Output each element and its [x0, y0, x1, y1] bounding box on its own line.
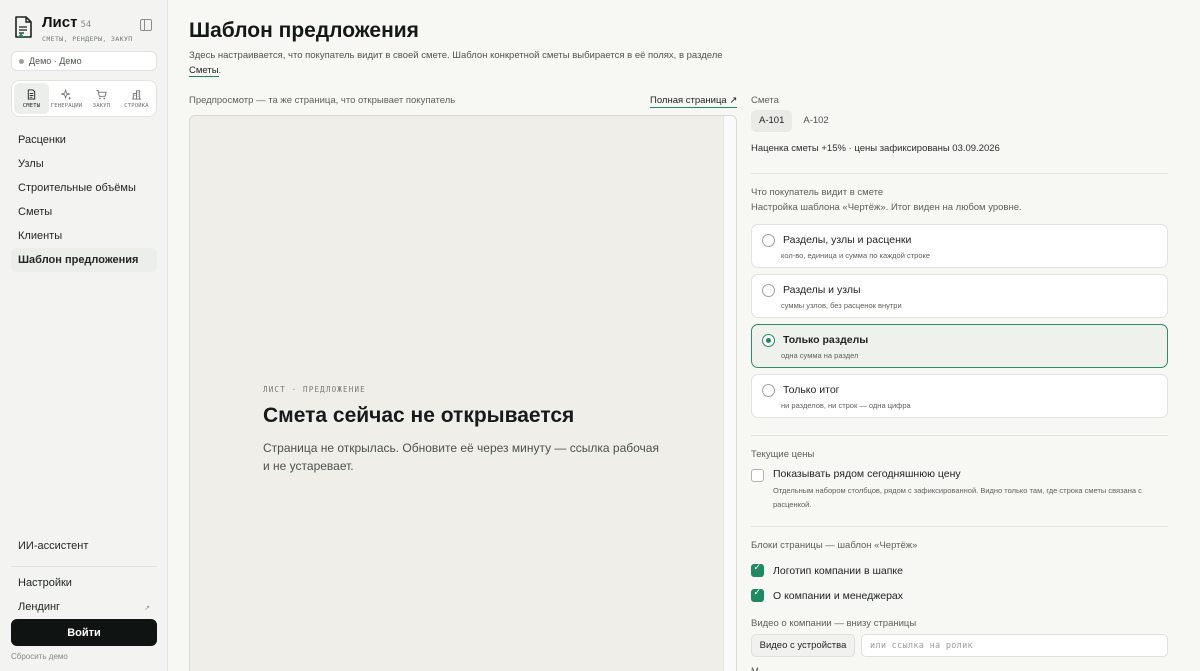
- option-subtitle: кол-во, единица и сумма по каждой строке: [781, 251, 931, 260]
- mode-purchase[interactable]: ЗАКУП: [84, 83, 119, 114]
- next-section-label: М: [751, 666, 761, 671]
- sidebar: Лист 54 СМЕТЫ, РЕНДЕРЫ, ЗАКУП Демо · Демо…: [0, 0, 168, 671]
- visibility-option-sections-only[interactable]: Только разделы одна сумма на раздел: [751, 324, 1168, 368]
- estimate-tab-a101[interactable]: А-101: [751, 110, 793, 132]
- full-page-link[interactable]: Полная страница ↗: [650, 95, 738, 108]
- sidebar-nav: Расценки Узлы Строительные объёмы Сметы …: [11, 128, 157, 272]
- sidebar-collapse-icon[interactable]: [140, 19, 152, 31]
- mode-construction[interactable]: СТРОЙКА: [119, 83, 154, 114]
- video-label: Видео о компании — внизу страницы: [751, 618, 917, 629]
- cart-icon: [96, 89, 107, 99]
- preview-scrollbar[interactable]: [723, 116, 736, 671]
- mode-label: ЗАКУП: [92, 102, 111, 109]
- radio-button[interactable]: [762, 234, 775, 247]
- sidebar-item-settings[interactable]: Настройки: [18, 577, 72, 589]
- mode-label: ГЕНЕРАЦИИ: [50, 102, 83, 109]
- estimate-label: Смета: [751, 95, 779, 106]
- page-description-text: Здесь настраивается, что покупатель види…: [189, 50, 723, 61]
- page-title: Шаблон предложения: [189, 19, 419, 42]
- page-description-end: .: [218, 65, 222, 76]
- workspace-label: Демо · Демо: [29, 56, 82, 66]
- estimate-tabs: А-101 А-102: [751, 110, 840, 132]
- sidebar-item-offer-template[interactable]: Шаблон предложения: [11, 248, 157, 272]
- mode-label: СТРОЙКА: [124, 102, 149, 109]
- option-subtitle: ни разделов, ни строк — одна цифра: [781, 401, 911, 410]
- login-button[interactable]: Войти: [11, 619, 157, 646]
- mode-label: СМЕТЫ: [22, 102, 41, 109]
- option-title: Разделы и узлы: [783, 284, 861, 296]
- workspace-dot-icon: [19, 58, 24, 64]
- external-link-icon: ↗: [144, 605, 150, 612]
- sidebar-item-clients[interactable]: Клиенты: [11, 224, 157, 248]
- sparkle-icon: [61, 89, 72, 100]
- logo-block-checkbox[interactable]: [751, 563, 764, 577]
- sidebar-item-nodes[interactable]: Узлы: [11, 152, 157, 176]
- brand-title: Лист: [42, 14, 78, 31]
- reset-demo-link[interactable]: Сбросить демо: [11, 652, 68, 661]
- current-prices-description: Отдельным набором столбцов, рядом с зафи…: [773, 486, 1142, 509]
- sidebar-item-estimates[interactable]: Сметы: [11, 200, 157, 224]
- radio-button[interactable]: [762, 284, 775, 297]
- option-title: Только разделы: [783, 334, 869, 346]
- estimate-tab-a102[interactable]: А-102: [795, 110, 836, 132]
- sidebar-item-ai-assistant[interactable]: ИИ-ассистент: [18, 540, 88, 552]
- mode-estimates[interactable]: СМЕТЫ: [14, 83, 49, 114]
- workspace-selector[interactable]: Демо · Демо: [11, 51, 157, 71]
- mode-switcher: СМЕТЫ ГЕНЕРАЦИИ ЗАКУП СТРОЙКА: [11, 80, 157, 117]
- sidebar-item-volumes[interactable]: Строительные объёмы: [11, 176, 157, 200]
- sidebar-divider: [11, 566, 157, 567]
- preview-title: Смета сейчас не открывается: [263, 404, 575, 427]
- visibility-title: Что покупатель видит в смете: [751, 187, 884, 198]
- divider: [751, 173, 1168, 174]
- preview-label: Предпросмотр — та же страница, что откры…: [189, 95, 456, 106]
- document-icon: [27, 88, 36, 100]
- page-blocks-label: Блоки страницы — шаблон «Чертёж»: [751, 540, 918, 551]
- sidebar-item-landing[interactable]: Лендинг ↗: [18, 601, 150, 613]
- visibility-subtitle: Настройка шаблона «Чертёж». Итог виден н…: [751, 202, 1022, 213]
- preview-frame[interactable]: ЛИСТ · ПРЕДЛОЖЕНИЕ Смета сейчас не откры…: [189, 115, 737, 671]
- page-description: Здесь настраивается, что покупатель види…: [189, 48, 749, 78]
- building-icon: [131, 89, 142, 100]
- upload-video-button[interactable]: Видео с устройства: [751, 634, 855, 657]
- radio-button-selected[interactable]: [762, 334, 775, 347]
- preview-eyebrow: ЛИСТ · ПРЕДЛОЖЕНИЕ: [263, 385, 366, 394]
- estimates-link[interactable]: Сметы: [189, 65, 219, 77]
- markup-info: Наценка сметы +15% · цены зафиксированы …: [751, 143, 1000, 154]
- preview-text: Страница не открылась. Обновите её через…: [263, 441, 659, 473]
- logo-document-icon: [15, 16, 32, 38]
- visibility-option-sections-nodes[interactable]: Разделы и узлы суммы узлов, без расценок…: [751, 274, 1168, 318]
- sidebar-item-rates[interactable]: Расценки: [11, 128, 157, 152]
- option-title: Разделы, узлы и расценки: [783, 234, 912, 246]
- divider: [751, 526, 1168, 527]
- current-prices-label: Текущие цены: [751, 449, 815, 460]
- radio-button[interactable]: [762, 384, 775, 397]
- brand-subtitle: СМЕТЫ, РЕНДЕРЫ, ЗАКУП: [42, 35, 133, 43]
- logo-block-label[interactable]: Логотип компании в шапке: [773, 565, 903, 577]
- visibility-option-total-only[interactable]: Только итог ни разделов, ни строк — одна…: [751, 374, 1168, 418]
- option-subtitle: одна сумма на раздел: [781, 351, 859, 360]
- option-subtitle: суммы узлов, без расценок внутри: [781, 301, 902, 310]
- current-price-checkbox-label[interactable]: Показывать рядом сегодняшнюю цену: [773, 468, 961, 480]
- about-block-checkbox[interactable]: [751, 588, 764, 602]
- brand[interactable]: Лист 54 СМЕТЫ, РЕНДЕРЫ, ЗАКУП: [14, 14, 133, 43]
- divider: [751, 435, 1168, 436]
- current-price-checkbox[interactable]: [751, 469, 764, 482]
- video-url-input[interactable]: [861, 634, 1168, 657]
- mode-generations[interactable]: ГЕНЕРАЦИИ: [49, 83, 84, 114]
- brand-count: 54: [80, 20, 92, 30]
- about-block-label[interactable]: О компании и менеджерах: [773, 590, 903, 602]
- visibility-option-full[interactable]: Разделы, узлы и расценки кол-во, единица…: [751, 224, 1168, 268]
- option-title: Только итог: [783, 384, 840, 396]
- landing-label: Лендинг: [18, 601, 61, 613]
